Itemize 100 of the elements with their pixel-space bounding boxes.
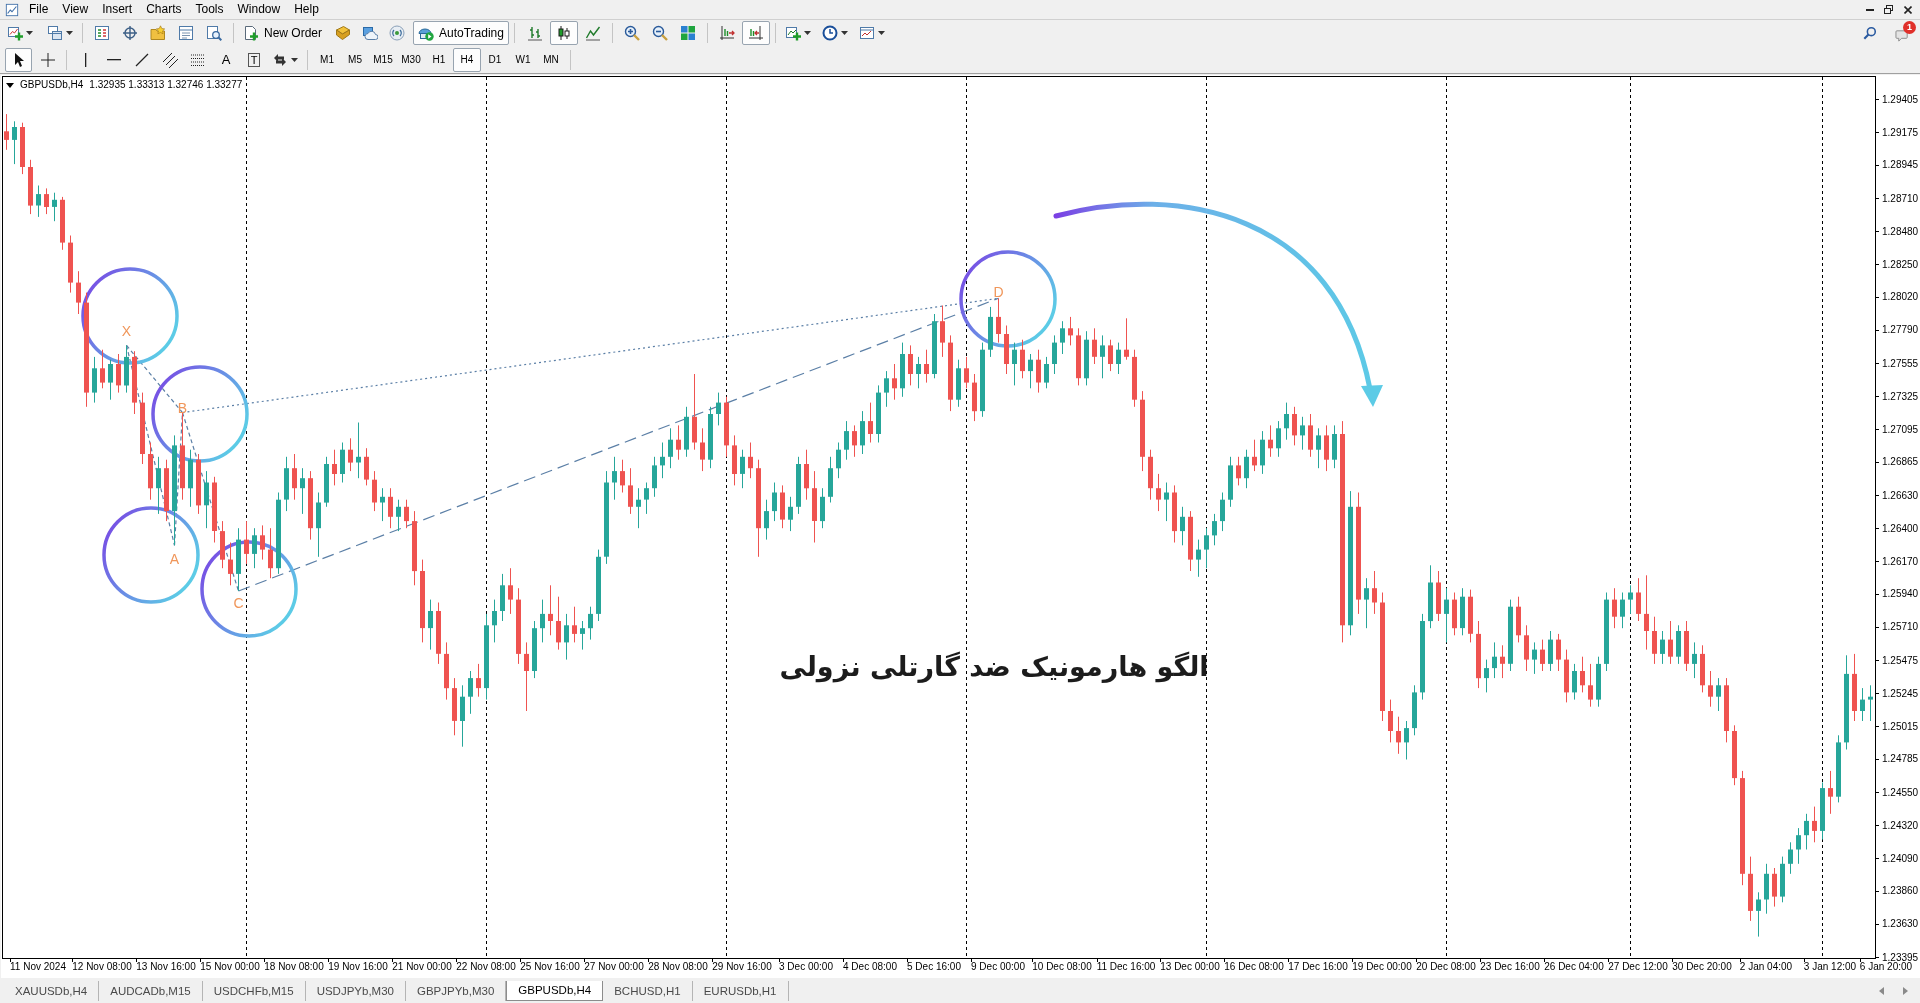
candle xyxy=(468,678,473,697)
menu-item[interactable]: Tools xyxy=(188,0,231,19)
candle-wick xyxy=(1502,644,1503,679)
price-label: 1.24785 xyxy=(1882,753,1919,765)
candle xyxy=(1204,535,1209,550)
candlestick-button[interactable] xyxy=(549,21,578,45)
candle xyxy=(28,167,33,206)
candle-wick xyxy=(1582,656,1583,693)
candle-wick xyxy=(1542,639,1543,672)
candle xyxy=(100,368,105,383)
chart-tab[interactable]: GBPUSDb,H4 xyxy=(506,981,604,1001)
signal-icon xyxy=(388,25,405,41)
chart-tab[interactable]: EURUSDb,H1 xyxy=(692,981,789,1001)
candle-wick xyxy=(1206,527,1207,569)
candle-wick xyxy=(886,370,887,408)
notification-badge: 1 xyxy=(1903,21,1916,34)
price-label: 1.25245 xyxy=(1882,687,1919,699)
candle-wick xyxy=(846,420,847,461)
autotrading-button[interactable]: AutoTrading xyxy=(413,21,509,45)
candlestick-icon xyxy=(555,25,572,41)
timeframe-button[interactable]: W1 xyxy=(509,47,537,72)
text-label-button[interactable]: T xyxy=(240,47,268,72)
timeframe-button[interactable]: H4 xyxy=(453,47,481,72)
candle-wick xyxy=(1862,687,1863,722)
chart-tab[interactable]: BCHUSD,H1 xyxy=(603,981,693,1001)
candle-wick xyxy=(1238,456,1239,486)
menu-item[interactable]: File xyxy=(22,0,56,19)
price-label: 1.25015 xyxy=(1882,720,1919,732)
timeframe-button[interactable]: MN xyxy=(537,47,565,72)
candle-wick xyxy=(206,470,207,529)
candle xyxy=(1684,631,1689,664)
cloud-icon xyxy=(361,25,378,41)
candle-wick xyxy=(926,349,927,384)
chart-tab[interactable]: USDCHFb,M15 xyxy=(202,981,306,1001)
price-label: 1.25940 xyxy=(1882,588,1919,600)
timeframe-button[interactable]: M30 xyxy=(397,47,425,72)
time-label: 19 Dec 00:00 xyxy=(1352,961,1412,972)
menu-item[interactable]: Insert xyxy=(95,0,140,19)
candle xyxy=(1596,663,1601,700)
menu-item[interactable]: Window xyxy=(230,0,288,19)
candle-wick xyxy=(350,437,351,472)
timeframe-button[interactable]: M1 xyxy=(313,47,341,72)
candle-wick xyxy=(1094,327,1095,365)
candle xyxy=(1164,492,1169,500)
candle-wick xyxy=(1286,402,1287,441)
candle xyxy=(436,611,441,654)
candle xyxy=(1260,439,1265,466)
cursor-button[interactable] xyxy=(5,47,32,72)
chart-tab[interactable]: AUDCADb,M15 xyxy=(99,981,203,1001)
candle xyxy=(1844,673,1849,743)
text-tool-button[interactable]: A xyxy=(212,47,240,72)
candle-wick xyxy=(1758,891,1759,938)
timeframe-button[interactable]: M15 xyxy=(369,47,397,72)
menu-item[interactable]: Charts xyxy=(139,0,189,19)
autoscroll-button[interactable] xyxy=(741,21,770,45)
line-chart-icon xyxy=(584,25,601,41)
price-label: 1.26170 xyxy=(1882,555,1919,567)
candle xyxy=(1244,456,1249,479)
timeframe-button[interactable]: M5 xyxy=(341,47,369,72)
candle xyxy=(1372,588,1377,603)
candle xyxy=(1148,456,1153,489)
candle-wick xyxy=(158,456,159,515)
candle-wick xyxy=(1246,449,1247,489)
candle xyxy=(1812,820,1817,831)
pattern-point-label: D xyxy=(993,284,1004,301)
chart-window-icon[interactable] xyxy=(5,2,19,17)
chart-tab[interactable]: USDJPYb,M30 xyxy=(305,981,406,1001)
candle-wick xyxy=(1046,356,1047,389)
candle-wick xyxy=(102,349,103,389)
timeframe-button[interactable]: D1 xyxy=(481,47,509,72)
scroll-right-button[interactable] xyxy=(1900,985,1910,997)
menu-item[interactable]: Help xyxy=(287,0,326,19)
candle-wick xyxy=(590,606,591,641)
candle xyxy=(852,431,857,446)
menu-item[interactable]: View xyxy=(55,0,96,19)
candle-wick xyxy=(1366,577,1367,629)
candle-wick xyxy=(1302,416,1303,451)
timeframe-button[interactable]: H1 xyxy=(425,47,453,72)
candle-wick xyxy=(1486,659,1487,693)
candle xyxy=(1172,492,1177,532)
candle-wick xyxy=(654,456,655,498)
candle-wick xyxy=(1662,630,1663,665)
chart-tab[interactable]: XAUUSDb,H4 xyxy=(4,981,100,1001)
time-label: 3 Dec 00:00 xyxy=(779,961,833,972)
candle xyxy=(564,625,569,643)
candle xyxy=(692,416,697,443)
triangle-icon[interactable] xyxy=(6,82,14,88)
candle-wick xyxy=(678,424,679,461)
candle-wick xyxy=(998,297,999,344)
time-label: 11 Nov 2024 xyxy=(10,961,66,972)
candle-wick xyxy=(918,356,919,389)
candle xyxy=(1492,656,1497,669)
price-label: 1.24320 xyxy=(1882,819,1919,831)
candle-wick xyxy=(262,524,263,561)
price-label: 1.27325 xyxy=(1882,390,1919,402)
new-order-button[interactable]: New Order xyxy=(239,21,326,45)
candle xyxy=(812,488,817,521)
candle-wick xyxy=(1638,577,1639,622)
candle-wick xyxy=(270,527,271,579)
price-label: 1.28250 xyxy=(1882,258,1919,270)
